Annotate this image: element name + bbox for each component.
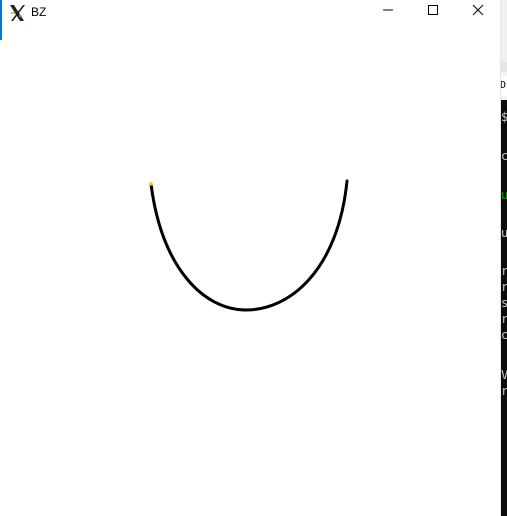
terminal-line: u (501, 226, 507, 240)
background-window: D $ c u u r r s r c V r (500, 0, 507, 516)
window-title: BZ (31, 5, 47, 19)
drawing-canvas[interactable] (0, 24, 500, 516)
background-terminal: $ c u u r r s r c V r (500, 100, 507, 516)
terminal-line: $ (501, 110, 507, 124)
terminal-line: c (501, 328, 507, 342)
terminal-line: s (501, 296, 507, 310)
start-point-marker (149, 182, 153, 186)
terminal-line: u (501, 188, 507, 202)
maximize-button[interactable] (410, 0, 456, 24)
terminal-line: r (501, 264, 507, 278)
terminal-line: c (501, 149, 507, 163)
x11-logo-icon (8, 4, 26, 22)
curve-plot (149, 179, 349, 312)
background-window-tab: D (500, 76, 507, 96)
terminal-line: V (501, 368, 507, 382)
app-window: BZ (0, 0, 501, 516)
maximize-icon (427, 3, 439, 21)
minimize-icon (382, 3, 394, 21)
close-button[interactable] (455, 0, 501, 24)
title-bar[interactable]: BZ (0, 0, 501, 40)
terminal-line: r (501, 280, 507, 294)
minimize-button[interactable] (365, 0, 411, 24)
close-icon (472, 3, 484, 21)
bezier-curve (149, 179, 349, 312)
terminal-line: r (501, 384, 507, 398)
background-window-titlebar (500, 0, 507, 62)
terminal-line: r (501, 312, 507, 326)
background-window-toolbar (500, 62, 507, 72)
